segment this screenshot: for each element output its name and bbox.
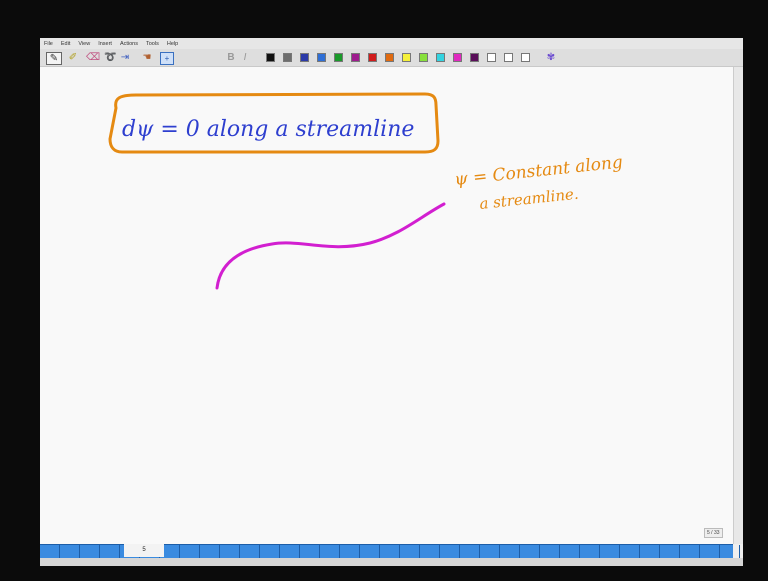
page-thumb[interactable]	[80, 545, 100, 558]
page-thumb[interactable]	[460, 545, 480, 558]
page-thumb[interactable]	[200, 545, 220, 558]
page-counter: 5 / 33	[704, 528, 723, 538]
color-swatch[interactable]	[385, 53, 394, 62]
color-swatch[interactable]	[487, 53, 496, 62]
insert-space-icon[interactable]: ⇥	[120, 52, 130, 63]
page-thumb[interactable]	[320, 545, 340, 558]
lasso-icon[interactable]: ➰	[104, 52, 116, 63]
note-line-2: a streamline.	[479, 185, 580, 213]
menu-edit[interactable]: Edit	[57, 41, 74, 47]
pen-tool-icon[interactable]: ✎	[46, 52, 62, 65]
color-swatch[interactable]	[368, 53, 377, 62]
color-swatch[interactable]	[266, 53, 275, 62]
menu-view[interactable]: View	[74, 41, 94, 47]
bold-icon[interactable]: B	[226, 52, 236, 63]
page-thumb[interactable]	[100, 545, 120, 558]
current-page-tab[interactable]: 5	[124, 544, 164, 557]
color-picker-icon[interactable]: ✾	[545, 52, 557, 63]
page-thumb[interactable]	[440, 545, 460, 558]
page-thumb[interactable]	[540, 545, 560, 558]
page-thumb[interactable]	[600, 545, 620, 558]
menu-insert[interactable]: Insert	[94, 41, 116, 47]
page-thumb[interactable]	[680, 545, 700, 558]
color-swatch[interactable]	[470, 53, 479, 62]
page-thumb[interactable]	[220, 545, 240, 558]
page-thumb[interactable]	[520, 545, 540, 558]
page-thumb[interactable]	[60, 545, 80, 558]
color-swatch[interactable]	[436, 53, 445, 62]
equation-text: dψ = 0 along a streamline	[122, 117, 414, 142]
page-thumb[interactable]	[280, 545, 300, 558]
page-thumb[interactable]	[420, 545, 440, 558]
color-swatch[interactable]	[351, 53, 360, 62]
menu-bar: File Edit View Insert Actions Tools Help	[40, 38, 743, 49]
menu-help[interactable]: Help	[163, 41, 182, 47]
page-thumb[interactable]	[660, 545, 680, 558]
journal-window: File Edit View Insert Actions Tools Help…	[40, 38, 743, 566]
vertical-scrollbar[interactable]	[733, 67, 743, 544]
page-thumb[interactable]	[180, 545, 200, 558]
menu-actions[interactable]: Actions	[116, 41, 142, 47]
page-thumb[interactable]	[720, 545, 740, 558]
menu-file[interactable]: File	[40, 41, 57, 47]
page-thumb[interactable]	[580, 545, 600, 558]
horizontal-scrollbar[interactable]	[40, 558, 743, 566]
page-thumb[interactable]	[640, 545, 660, 558]
toolbar: ✎ ✐ ⌫ ➰ ⇥ ☚ + B I ✾	[40, 49, 743, 67]
page-thumb[interactable]	[380, 545, 400, 558]
color-swatch[interactable]	[300, 53, 309, 62]
page-thumb[interactable]	[500, 545, 520, 558]
page-thumb[interactable]	[260, 545, 280, 558]
italic-icon[interactable]: I	[240, 52, 250, 63]
page-thumb[interactable]	[480, 545, 500, 558]
color-swatch[interactable]	[334, 53, 343, 62]
eraser-icon[interactable]: ⌫	[86, 52, 100, 63]
color-swatch[interactable]	[402, 53, 411, 62]
hand-icon[interactable]: ☚	[142, 52, 152, 63]
page-thumb[interactable]	[620, 545, 640, 558]
menu-tools[interactable]: Tools	[142, 41, 163, 47]
page-thumb[interactable]	[240, 545, 260, 558]
color-swatch[interactable]	[453, 53, 462, 62]
color-swatch[interactable]	[283, 53, 292, 62]
streamline-curve	[215, 202, 446, 290]
color-swatch[interactable]	[504, 53, 513, 62]
page-thumb[interactable]	[300, 545, 320, 558]
note-line-1: ψ = Constant along	[453, 152, 623, 190]
add-page-icon[interactable]: +	[160, 52, 174, 65]
color-swatch[interactable]	[419, 53, 428, 62]
page-thumb[interactable]	[340, 545, 360, 558]
color-swatch[interactable]	[521, 53, 530, 62]
ink-layer: dψ = 0 along a streamline ψ = Constant a…	[108, 92, 624, 290]
color-swatch[interactable]	[317, 53, 326, 62]
page-thumb[interactable]	[360, 545, 380, 558]
note-canvas[interactable]: dψ = 0 along a streamline ψ = Constant a…	[40, 67, 733, 544]
page-thumb[interactable]	[400, 545, 420, 558]
highlighter-icon[interactable]: ✐	[68, 52, 78, 63]
page-thumb[interactable]	[40, 545, 60, 558]
page-thumb[interactable]	[560, 545, 580, 558]
page-thumb[interactable]	[700, 545, 720, 558]
